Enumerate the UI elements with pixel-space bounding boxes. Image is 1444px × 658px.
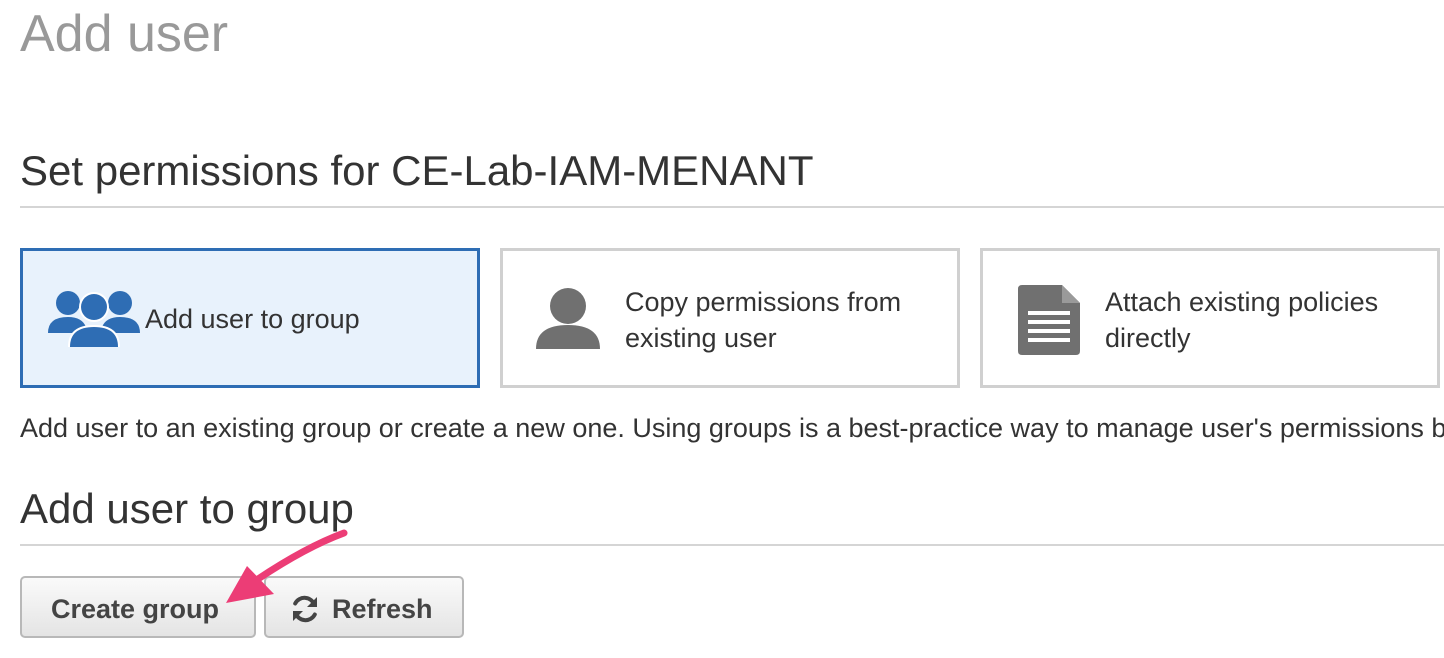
group-section-title: Add user to group bbox=[20, 485, 354, 532]
option-label: Add user to group bbox=[145, 304, 360, 334]
option-add-user-to-group[interactable]: Add user to group bbox=[20, 248, 480, 388]
option-attach-policies[interactable]: Attach existing policies directly bbox=[980, 248, 1440, 388]
refresh-icon bbox=[293, 595, 317, 623]
option-label: Attach existing policies directly bbox=[1105, 287, 1379, 353]
user-icon bbox=[536, 288, 600, 349]
permissions-description: Add user to an existing group or create … bbox=[20, 413, 1444, 443]
page-title: Add user bbox=[20, 5, 229, 63]
document-icon bbox=[1018, 285, 1080, 355]
create-group-label: Create group bbox=[51, 594, 220, 624]
create-group-button[interactable]: Create group bbox=[20, 576, 256, 638]
refresh-button[interactable]: Refresh bbox=[264, 576, 464, 638]
option-copy-permissions[interactable]: Copy permissions from existing user bbox=[500, 248, 960, 388]
section-divider bbox=[20, 544, 1444, 546]
section-divider bbox=[20, 206, 1444, 208]
permissions-section-title: Set permissions for CE-Lab-IAM-MENANT bbox=[20, 147, 814, 194]
user-group-icon bbox=[48, 291, 140, 347]
refresh-label: Refresh bbox=[332, 594, 433, 624]
option-label: Copy permissions from existing user bbox=[625, 287, 902, 353]
